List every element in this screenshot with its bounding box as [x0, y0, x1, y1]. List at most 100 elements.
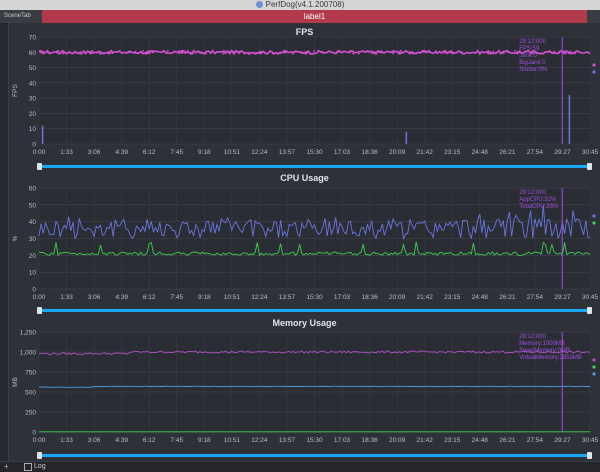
y-tick-label: 60 [29, 186, 37, 193]
data-point [301, 51, 303, 54]
data-point [284, 51, 287, 54]
data-point [407, 51, 410, 54]
data-point [65, 52, 68, 55]
data-point [257, 51, 259, 54]
data-point [380, 50, 382, 52]
x-tick-label: 18:36 [361, 149, 378, 156]
x-tick-label: 26:21 [499, 149, 516, 156]
cursor-readout: Memory:1000MB [519, 341, 565, 347]
data-point [191, 52, 194, 55]
x-tick-label: 18:36 [361, 437, 378, 444]
x-tick-label: 10:51 [224, 149, 241, 156]
data-point [102, 52, 105, 55]
data-point [276, 52, 279, 55]
data-point [279, 52, 282, 54]
data-point [73, 51, 76, 54]
data-point [549, 51, 552, 53]
slider-handle-left[interactable] [37, 163, 42, 170]
y-axis-label: % [12, 235, 19, 241]
data-point [303, 52, 306, 55]
data-point [76, 52, 78, 55]
data-point [492, 50, 495, 53]
slider-handle-right[interactable] [587, 452, 592, 459]
cursor-readout: AppCPU:32% [519, 197, 557, 203]
y-tick-label: 20 [29, 253, 37, 260]
y-tick-label: 30 [29, 236, 37, 243]
slider-handle-right[interactable] [587, 163, 592, 170]
data-point [305, 50, 308, 53]
data-point [392, 50, 395, 52]
log-checkbox[interactable] [24, 463, 32, 471]
data-point [420, 51, 422, 54]
data-point [151, 51, 154, 53]
tab-label1[interactable]: label1 [42, 10, 587, 23]
cursor-readout: 29:12:000 [519, 190, 546, 196]
window-titlebar: PerfDog(v4.1.200708) [0, 0, 600, 10]
data-point [127, 50, 130, 53]
data-point [48, 51, 51, 54]
time-slider[interactable] [39, 309, 590, 312]
data-point [574, 52, 577, 55]
data-point [42, 50, 45, 53]
cursor-readout: 29:12:000 [519, 39, 546, 45]
x-tick-label: 12:24 [251, 294, 268, 301]
data-point [271, 52, 274, 55]
slider-handle-left[interactable] [37, 452, 42, 459]
data-point [380, 51, 383, 54]
data-point [411, 52, 414, 55]
y-tick-label: 0 [32, 142, 36, 149]
charts-pane: FPS 70 60 50 40 30 20 10 0 FPS 0:00 1:33 3:06 4:39 6:1… [9, 23, 600, 461]
data-point [476, 50, 479, 53]
data-point [373, 51, 375, 54]
x-tick-label: 24:48 [472, 294, 489, 301]
data-point [134, 50, 137, 53]
data-point [125, 52, 128, 54]
x-tick-label: 7:45 [170, 437, 183, 444]
data-point [371, 52, 374, 55]
x-tick-label: 6:12 [143, 294, 156, 301]
data-point [222, 52, 225, 55]
data-point [248, 51, 251, 54]
time-slider[interactable] [39, 454, 590, 457]
y-tick-label: 750 [25, 370, 36, 377]
data-point [558, 50, 561, 53]
data-point [78, 52, 81, 55]
x-tick-label: 13:57 [279, 437, 296, 444]
chart-title: Memory Usage [272, 318, 336, 328]
data-point [552, 52, 555, 55]
data-point [166, 50, 169, 52]
x-tick-label: 17:03 [334, 149, 351, 156]
data-point [374, 51, 377, 54]
status-bar: + Log [0, 461, 600, 472]
data-point [396, 50, 399, 53]
cursor-readout: FPS:59 [519, 46, 540, 52]
add-icon[interactable]: + [4, 463, 9, 471]
data-point [39, 51, 42, 54]
x-tick-label: 4:39 [115, 149, 128, 156]
chart-1: CPU Usage 60 50 40 30 20 10 0% 0:00 1:33 3:06 4:39 6… [12, 173, 599, 314]
legend-marker [592, 358, 596, 362]
data-point [258, 50, 261, 53]
x-tick-label: 3:06 [88, 294, 101, 301]
data-point [45, 51, 48, 53]
slider-handle-left[interactable] [37, 307, 42, 314]
tab-scene[interactable]: SceneTab [0, 10, 42, 23]
x-tick-label: 30:45 [582, 437, 599, 444]
data-point [142, 49, 144, 52]
slider-handle-right[interactable] [587, 307, 592, 314]
x-tick-label: 3:06 [88, 437, 101, 444]
data-point [225, 50, 228, 53]
data-point [563, 52, 566, 55]
x-tick-label: 30:45 [582, 149, 599, 156]
x-tick-label: 21:42 [417, 294, 434, 301]
data-point [253, 51, 256, 54]
y-tick-label: 1,250 [20, 330, 37, 337]
data-point [90, 50, 93, 52]
data-point [148, 52, 151, 55]
y-axis-label: FPS [12, 84, 19, 97]
legend-marker [592, 372, 596, 376]
time-slider[interactable] [39, 165, 590, 168]
data-point [260, 50, 263, 53]
x-tick-label: 12:24 [251, 149, 268, 156]
data-point [233, 51, 235, 53]
